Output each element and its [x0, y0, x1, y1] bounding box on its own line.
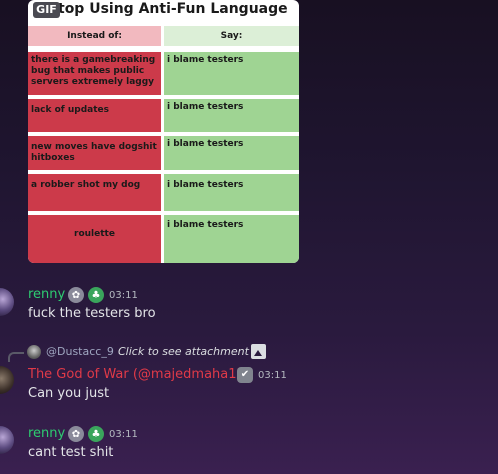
- table-cell-instead: new moves have dogshit hitboxes: [28, 136, 161, 170]
- timestamp: 03:11: [258, 370, 287, 381]
- table-cell-instead: lack of updates: [28, 99, 161, 132]
- message-text: Can you just: [28, 386, 110, 401]
- avatar[interactable]: [0, 366, 14, 394]
- message-text: fuck the testers bro: [28, 306, 156, 321]
- leaf-badge-icon[interactable]: ♣: [88, 426, 104, 442]
- paw-badge-icon[interactable]: ✿: [68, 426, 84, 442]
- table-cell-say: i blame testers: [164, 136, 299, 170]
- leaf-badge-icon[interactable]: ♣: [88, 287, 104, 303]
- username[interactable]: renny: [28, 287, 65, 303]
- column-header-instead-of: Instead of:: [28, 26, 161, 46]
- timestamp: 03:11: [109, 429, 138, 440]
- column-header-say: Say:: [164, 26, 299, 46]
- table-cell-instead: there is a gamebreaking bug that makes p…: [28, 52, 161, 95]
- reply-connector: [8, 352, 24, 362]
- gif-embed[interactable]: top Using Anti-Fun Language Instead of: …: [28, 0, 299, 263]
- reply-username[interactable]: @Dustacc_9: [46, 345, 114, 359]
- message-text: cant test shit: [28, 445, 114, 460]
- table-cell-say: i blame testers: [164, 99, 299, 132]
- reply-attachment-link[interactable]: Click to see attachment: [118, 345, 249, 359]
- timestamp: 03:11: [109, 290, 138, 301]
- table-cell-instead: roulette: [28, 215, 161, 263]
- avatar[interactable]: [0, 288, 14, 316]
- username[interactable]: renny: [28, 426, 65, 442]
- check-badge-icon: ✔: [237, 367, 253, 383]
- username[interactable]: The God of War (@majedmaha12): [28, 367, 250, 383]
- table-cell-say: i blame testers: [164, 174, 299, 211]
- table-cell-say: i blame testers: [164, 215, 299, 263]
- table-cell-instead: a robber shot my dog: [28, 174, 161, 211]
- reply-avatar[interactable]: [27, 345, 41, 359]
- paw-badge-icon[interactable]: ✿: [68, 287, 84, 303]
- table-cell-say: i blame testers: [164, 52, 299, 95]
- image-icon[interactable]: [251, 344, 266, 359]
- gif-badge: GIF: [33, 2, 60, 18]
- avatar[interactable]: [0, 426, 14, 454]
- meme-title: top Using Anti-Fun Language: [58, 1, 288, 17]
